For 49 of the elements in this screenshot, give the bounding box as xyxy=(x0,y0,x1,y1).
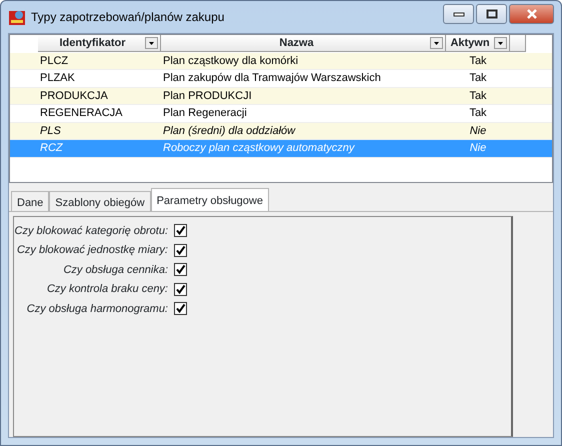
table-cell: PLZAK xyxy=(40,72,75,84)
table-cell: Plan zakupów dla Tramwajów Warszawskich xyxy=(163,72,381,84)
minimize-button[interactable] xyxy=(443,4,474,24)
column-header[interactable]: Nazwa xyxy=(161,35,446,52)
close-icon xyxy=(526,9,538,19)
table-cell: Plan Regeneracji xyxy=(163,107,247,119)
table-cell: Plan (średni) dla oddziałów xyxy=(163,124,296,136)
table-cell: PRODUKCJA xyxy=(40,90,108,102)
tab[interactable]: Parametry obsługowe xyxy=(150,188,269,211)
field-label: Czy blokować jednostkę miary: xyxy=(16,243,169,258)
minimize-icon xyxy=(452,11,464,17)
table-cell: Nie xyxy=(470,142,486,154)
dropdown-icon[interactable] xyxy=(430,37,443,50)
tab[interactable]: Szablony obiegów xyxy=(49,191,151,211)
maximize-button[interactable] xyxy=(476,4,507,24)
table-cell: Tak xyxy=(469,72,487,84)
table-cell: Roboczy plan cząstkowy automatyczny xyxy=(163,142,354,154)
maximize-icon xyxy=(486,9,498,19)
field-label: Czy obsługa harmonogramu: xyxy=(26,302,169,316)
column-header[interactable]: Identyfikator xyxy=(38,35,161,52)
table-cell: Plan cząstkowy dla komórki xyxy=(163,54,298,66)
column-header[interactable]: Aktywn xyxy=(446,35,510,52)
tab[interactable]: Dane xyxy=(11,191,50,211)
table-row[interactable]: PLZAK Plan zakupów dla Tramwajów Warszawskich Tak xyxy=(10,70,552,88)
table-cell: Tak xyxy=(469,90,487,102)
window-title: Typy zapotrzebowań/planów zakupu xyxy=(31,9,224,26)
table-cell: Nie xyxy=(470,124,486,136)
field-label: Czy kontrola braku ceny: xyxy=(46,282,169,297)
checkbox[interactable] xyxy=(174,244,187,257)
table-cell: Plan PRODUKCJI xyxy=(163,90,252,102)
close-button[interactable] xyxy=(509,4,554,24)
checkbox[interactable] xyxy=(174,282,187,296)
table-row[interactable]: REGENERACJA Plan Regeneracji Tak xyxy=(10,105,552,122)
field-label: Czy blokować kategorię obrotu: xyxy=(14,224,169,238)
table-cell: Tak xyxy=(469,54,487,66)
checkbox[interactable] xyxy=(174,263,187,276)
checkbox[interactable] xyxy=(174,302,187,316)
table-row[interactable]: PRODUKCJA Plan PRODUKCJI Tak xyxy=(10,88,552,105)
table-cell: PLS xyxy=(40,124,61,136)
field-label: Czy obsługa cennika: xyxy=(62,262,169,278)
table-cell: Tak xyxy=(469,107,487,119)
table-cell: RCZ xyxy=(40,142,63,154)
table-cell: PLCZ xyxy=(40,54,68,66)
dropdown-icon[interactable] xyxy=(494,37,507,50)
table-cell: REGENERACJA xyxy=(40,107,123,119)
table-row[interactable]: PLCZ Plan cząstkowy dla komórki Tak xyxy=(10,52,552,70)
app-icon xyxy=(9,9,25,25)
dropdown-icon[interactable] xyxy=(145,37,158,50)
checkbox[interactable] xyxy=(174,224,187,238)
